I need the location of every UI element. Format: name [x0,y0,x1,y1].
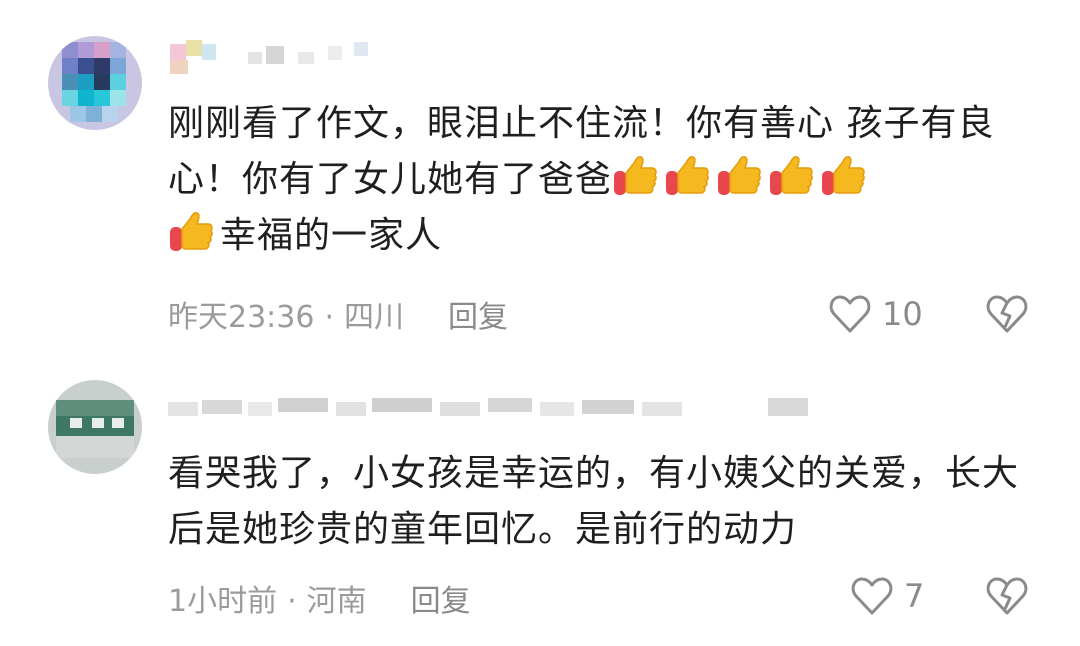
reply-button[interactable]: 回复 [448,300,508,335]
heart-outline-icon [829,295,871,333]
thumbs-up-icon [822,156,865,195]
avatar[interactable] [48,36,142,130]
thumbs-up-icon [770,156,813,195]
thumbs-up-icon [718,156,761,195]
comment-meta: 1小时前 · 河南 回复 [168,576,471,620]
comment-body-tail: 幸福的一家人 [220,215,443,256]
reply-button[interactable]: 回复 [411,584,471,619]
meta-separator: · [324,300,335,335]
comment-meta: 昨天23:36 · 四川 回复 [168,292,508,336]
comment-item: 看哭我了，小女孩是幸运的，有小姨父的关爱，长大后是她珍贵的童年回忆。是前行的动力… [0,350,1080,646]
heart-outline-icon [851,577,893,615]
dislike-button[interactable] [985,576,1029,620]
dislike-button[interactable] [985,294,1029,338]
avatar[interactable] [48,380,142,474]
thumbs-up-icon [666,156,709,195]
like-count: 7 [904,577,925,615]
like-button[interactable]: 10 [828,294,923,334]
thumbs-up-icon [170,212,213,251]
broken-heart-icon [986,295,1028,333]
comment-text: 刚刚看了作文，眼泪止不住流！你有善心 孩子有良心！你有了女儿她有了爸爸 幸福的一… [168,96,1048,264]
thumbs-up-icon [168,212,220,256]
like-count: 10 [882,295,923,333]
comment-text: 看哭我了，小女孩是幸运的，有小姨父的关爱，长大后是她珍贵的童年回忆。是前行的动力 [168,453,1020,550]
comment-location: 四川 [344,300,405,335]
broken-heart-icon [986,577,1028,615]
thumbs-up-icon [614,156,657,195]
username-blurred[interactable] [168,40,388,80]
comment-time: 1小时前 [168,584,278,619]
like-button[interactable]: 7 [850,576,924,616]
comment-location: 河南 [306,584,367,619]
username-blurred[interactable] [168,396,818,436]
thumbs-up-group [612,156,872,200]
comment-item: 刚刚看了作文，眼泪止不住流！你有善心 孩子有良心！你有了女儿她有了爸爸 幸福的一… [0,0,1080,350]
comment-time: 昨天23:36 [168,300,315,335]
meta-separator: · [287,584,297,619]
